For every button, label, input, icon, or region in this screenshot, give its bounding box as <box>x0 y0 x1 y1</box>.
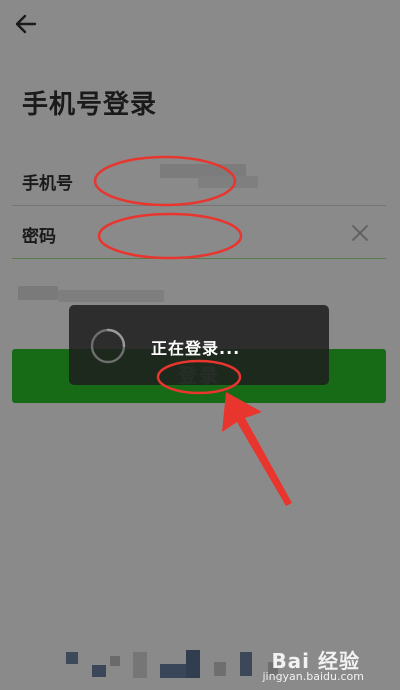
redacted-text-block <box>58 290 164 302</box>
arrow-left-icon <box>15 14 37 34</box>
loading-toast: 正在登录... <box>69 305 329 385</box>
footer-redacted-block <box>66 652 78 664</box>
page-title: 手机号登录 <box>22 90 158 120</box>
footer-redacted-block <box>240 652 252 676</box>
password-input[interactable] <box>102 215 342 251</box>
footer-redacted-block <box>133 652 147 678</box>
annotation-arrow <box>222 392 292 506</box>
alternate-login-link-redacted[interactable] <box>18 284 168 306</box>
spinner-icon <box>90 328 126 364</box>
phone-row: 手机号 <box>12 154 386 206</box>
back-button[interactable] <box>12 10 40 38</box>
footer-redacted-block <box>160 664 188 678</box>
footer-redacted-block <box>92 665 106 677</box>
password-row: 密码 <box>12 207 386 259</box>
watermark-url: jingyan.baidu.com <box>262 670 364 683</box>
clear-password-button[interactable] <box>348 221 372 245</box>
footer-redacted-block <box>110 656 120 666</box>
phone-label: 手机号 <box>22 174 73 194</box>
footer-redacted-block <box>186 650 200 678</box>
toast-message: 正在登录... <box>151 339 241 358</box>
phone-value-redacted-2 <box>198 176 258 188</box>
footer-redacted-block <box>214 662 226 676</box>
close-icon <box>352 225 368 241</box>
password-label: 密码 <box>22 227 56 247</box>
redacted-text-block <box>18 286 58 300</box>
